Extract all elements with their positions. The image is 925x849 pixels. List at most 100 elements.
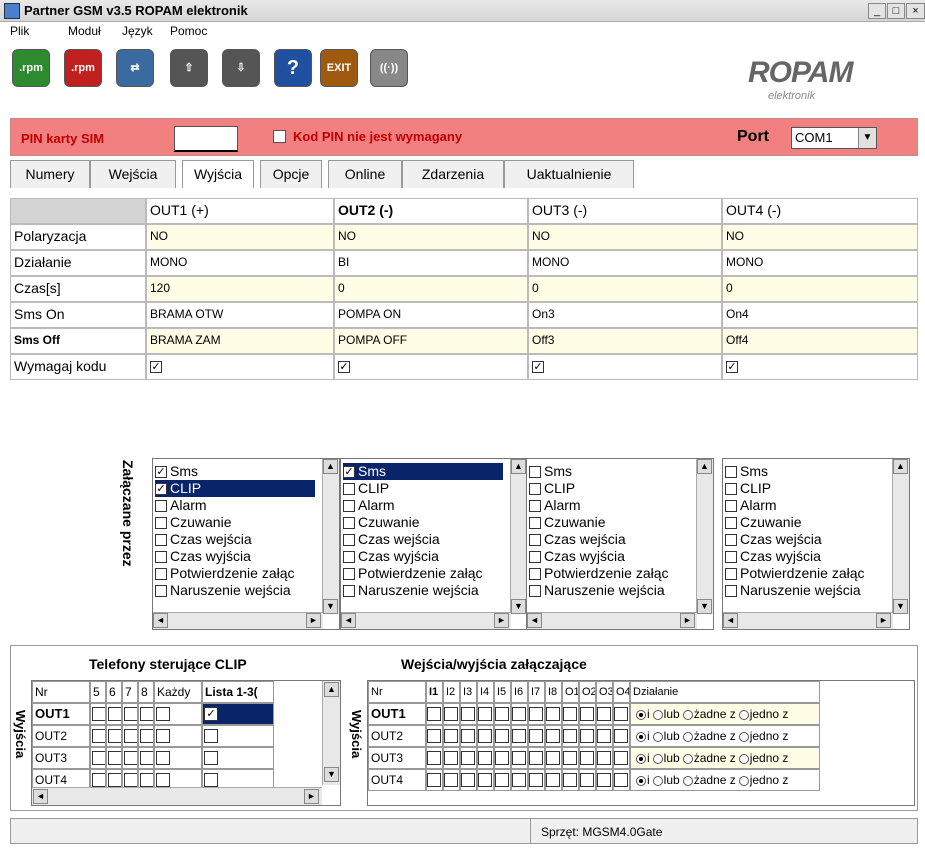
output-value-cell[interactable]: 0 [722, 276, 918, 302]
io-cell[interactable] [545, 725, 562, 747]
io-cell[interactable] [443, 747, 460, 769]
io-action-cell[interactable]: i lub żadne z jedno z [630, 769, 820, 791]
clip-vertical-scrollbar[interactable]: ▲ ▼ [322, 681, 340, 785]
horizontal-scrollbar[interactable]: ◄ ► [153, 612, 323, 629]
io-cell[interactable] [477, 703, 494, 725]
trigger-item[interactable]: ✓ CLIP [155, 480, 315, 497]
clip-checkbox[interactable] [156, 751, 170, 765]
clip-horizontal-scrollbar[interactable]: ◄ ► [32, 787, 322, 805]
action-radio[interactable] [682, 731, 693, 742]
output-value-cell[interactable]: MONO [722, 250, 918, 276]
action-radio[interactable] [636, 731, 646, 742]
clip-cell[interactable] [154, 703, 202, 725]
io-cell[interactable] [460, 769, 477, 791]
clip-cell[interactable] [154, 725, 202, 747]
clip-cell[interactable] [138, 725, 154, 747]
clip-cell[interactable] [90, 747, 106, 769]
output-value-cell[interactable]: NO [528, 224, 722, 250]
action-radio[interactable] [636, 709, 646, 720]
exit-button[interactable]: EXIT [320, 49, 358, 87]
scroll-left-icon[interactable]: ◄ [341, 613, 356, 628]
io-checkbox[interactable] [461, 773, 475, 787]
trigger-item[interactable]: Sms [529, 463, 689, 480]
trigger-checkbox[interactable] [725, 551, 737, 564]
menu-jezyk[interactable]: Język [122, 24, 153, 38]
io-cell[interactable] [613, 725, 630, 747]
trigger-item[interactable]: Czas wyjścia [725, 548, 885, 565]
scroll-up-icon[interactable]: ▲ [893, 459, 908, 474]
action-radio[interactable] [652, 753, 663, 764]
trigger-item[interactable]: Czuwanie [155, 514, 315, 531]
io-cell[interactable] [511, 703, 528, 725]
trigger-checkbox[interactable] [343, 534, 355, 547]
trigger-item[interactable]: Potwierdzenie załąc [343, 565, 503, 582]
trigger-item[interactable]: Czuwanie [529, 514, 689, 531]
trigger-item[interactable]: CLIP [529, 480, 689, 497]
trigger-checkbox[interactable] [529, 568, 541, 581]
trigger-checkbox[interactable] [529, 585, 541, 598]
scroll-up-icon[interactable]: ▲ [324, 682, 339, 697]
io-cell[interactable] [562, 769, 579, 791]
menu-plik[interactable]: Plik [10, 24, 29, 38]
action-radio[interactable] [738, 775, 749, 786]
trigger-item[interactable]: Sms [725, 463, 885, 480]
open-file-button[interactable]: .rpm [12, 49, 50, 87]
horizontal-scrollbar[interactable]: ◄ ► [527, 612, 697, 629]
io-checkbox[interactable] [580, 729, 594, 743]
clip-checkbox[interactable] [156, 729, 170, 743]
vertical-scrollbar[interactable]: ▲ ▼ [510, 459, 527, 614]
io-checkbox[interactable] [495, 751, 509, 765]
trigger-checkbox[interactable]: ✓ [343, 466, 355, 479]
trigger-checkbox[interactable] [725, 585, 737, 598]
trigger-item[interactable]: ✓ Sms [155, 463, 315, 480]
output-value-cell[interactable]: POMPA ON [334, 302, 528, 328]
triggered-by-list-out1[interactable]: ✓ Sms ✓ CLIP Alarm Czuwanie Czas wejścia Czas w… [152, 458, 340, 630]
io-action-cell[interactable]: i lub żadne z jedno z [630, 725, 820, 747]
io-action-cell[interactable]: i lub żadne z jedno z [630, 747, 820, 769]
trigger-checkbox[interactable] [529, 534, 541, 547]
tab-uaktualnienie[interactable]: Uaktualnienie [504, 160, 634, 188]
output-value-cell[interactable]: MONO [146, 250, 334, 276]
require-code-cell[interactable]: ✓ [722, 354, 918, 380]
output-value-cell[interactable]: On3 [528, 302, 722, 328]
io-checkbox[interactable] [529, 707, 543, 721]
clip-checkbox[interactable] [124, 729, 137, 743]
io-checkbox[interactable] [461, 707, 475, 721]
io-cell[interactable] [613, 747, 630, 769]
clip-checkbox[interactable] [204, 729, 218, 743]
output-value-cell[interactable]: 0 [528, 276, 722, 302]
output-value-cell[interactable]: POMPA OFF [334, 328, 528, 354]
clip-cell[interactable] [90, 725, 106, 747]
require-code-cell[interactable]: ✓ [146, 354, 334, 380]
trigger-checkbox[interactable] [155, 500, 167, 513]
io-cell[interactable] [494, 725, 511, 747]
clip-checkbox[interactable] [204, 773, 218, 787]
io-cell[interactable] [545, 747, 562, 769]
clip-cell[interactable] [106, 703, 122, 725]
scroll-right-icon[interactable]: ► [494, 613, 509, 628]
trigger-item[interactable]: Czas wejścia [343, 531, 503, 548]
io-checkbox[interactable] [580, 751, 594, 765]
save-file-button[interactable]: .rpm [64, 49, 102, 87]
scroll-right-icon[interactable]: ► [876, 613, 891, 628]
menu-pomoc[interactable]: Pomoc [170, 24, 207, 38]
trigger-item[interactable]: Naruszenie wejścia [155, 582, 315, 599]
clip-cell[interactable] [202, 747, 274, 769]
io-cell[interactable] [545, 769, 562, 791]
triggered-by-list-out4[interactable]: Sms CLIP Alarm Czuwanie Czas wejścia Czas wyj… [722, 458, 910, 630]
scroll-left-icon[interactable]: ◄ [153, 613, 168, 628]
require-code-checkbox[interactable]: ✓ [150, 360, 162, 373]
io-cell[interactable] [443, 769, 460, 791]
io-cell[interactable] [528, 725, 545, 747]
clip-checkbox[interactable] [156, 707, 170, 721]
scroll-down-icon[interactable]: ▼ [697, 599, 712, 614]
io-cell[interactable] [494, 769, 511, 791]
chevron-down-icon[interactable]: ▼ [858, 128, 876, 148]
trigger-checkbox[interactable] [155, 534, 167, 547]
trigger-item[interactable]: Alarm [343, 497, 503, 514]
close-button[interactable]: × [906, 3, 925, 19]
scroll-down-icon[interactable]: ▼ [324, 767, 339, 782]
clip-cell[interactable]: ✓ [202, 703, 274, 725]
io-cell[interactable] [579, 703, 596, 725]
io-cell[interactable] [494, 747, 511, 769]
